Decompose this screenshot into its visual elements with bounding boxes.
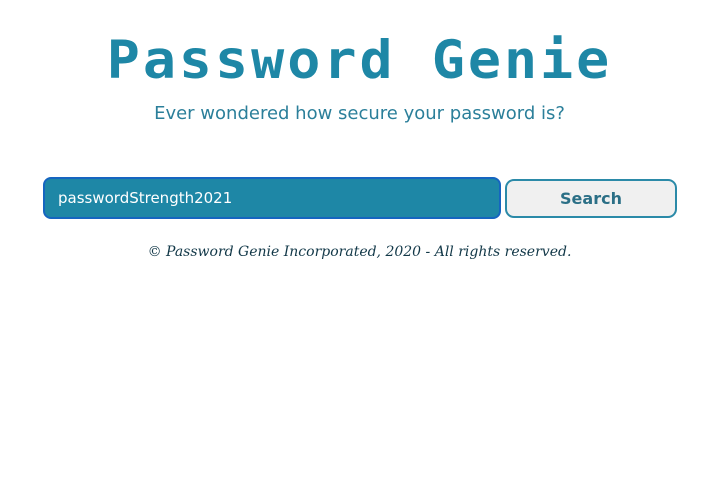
page: Password Genie Ever wondered how secure … (0, 0, 719, 487)
search-button[interactable]: Search (505, 179, 677, 218)
page-subtitle: Ever wondered how secure your password i… (154, 103, 565, 124)
page-title: Password Genie (106, 29, 613, 91)
footer-copyright: © Password Genie Incorporated, 2020 - Al… (147, 244, 572, 260)
password-input[interactable] (43, 177, 501, 219)
search-bar: Search (43, 177, 677, 219)
